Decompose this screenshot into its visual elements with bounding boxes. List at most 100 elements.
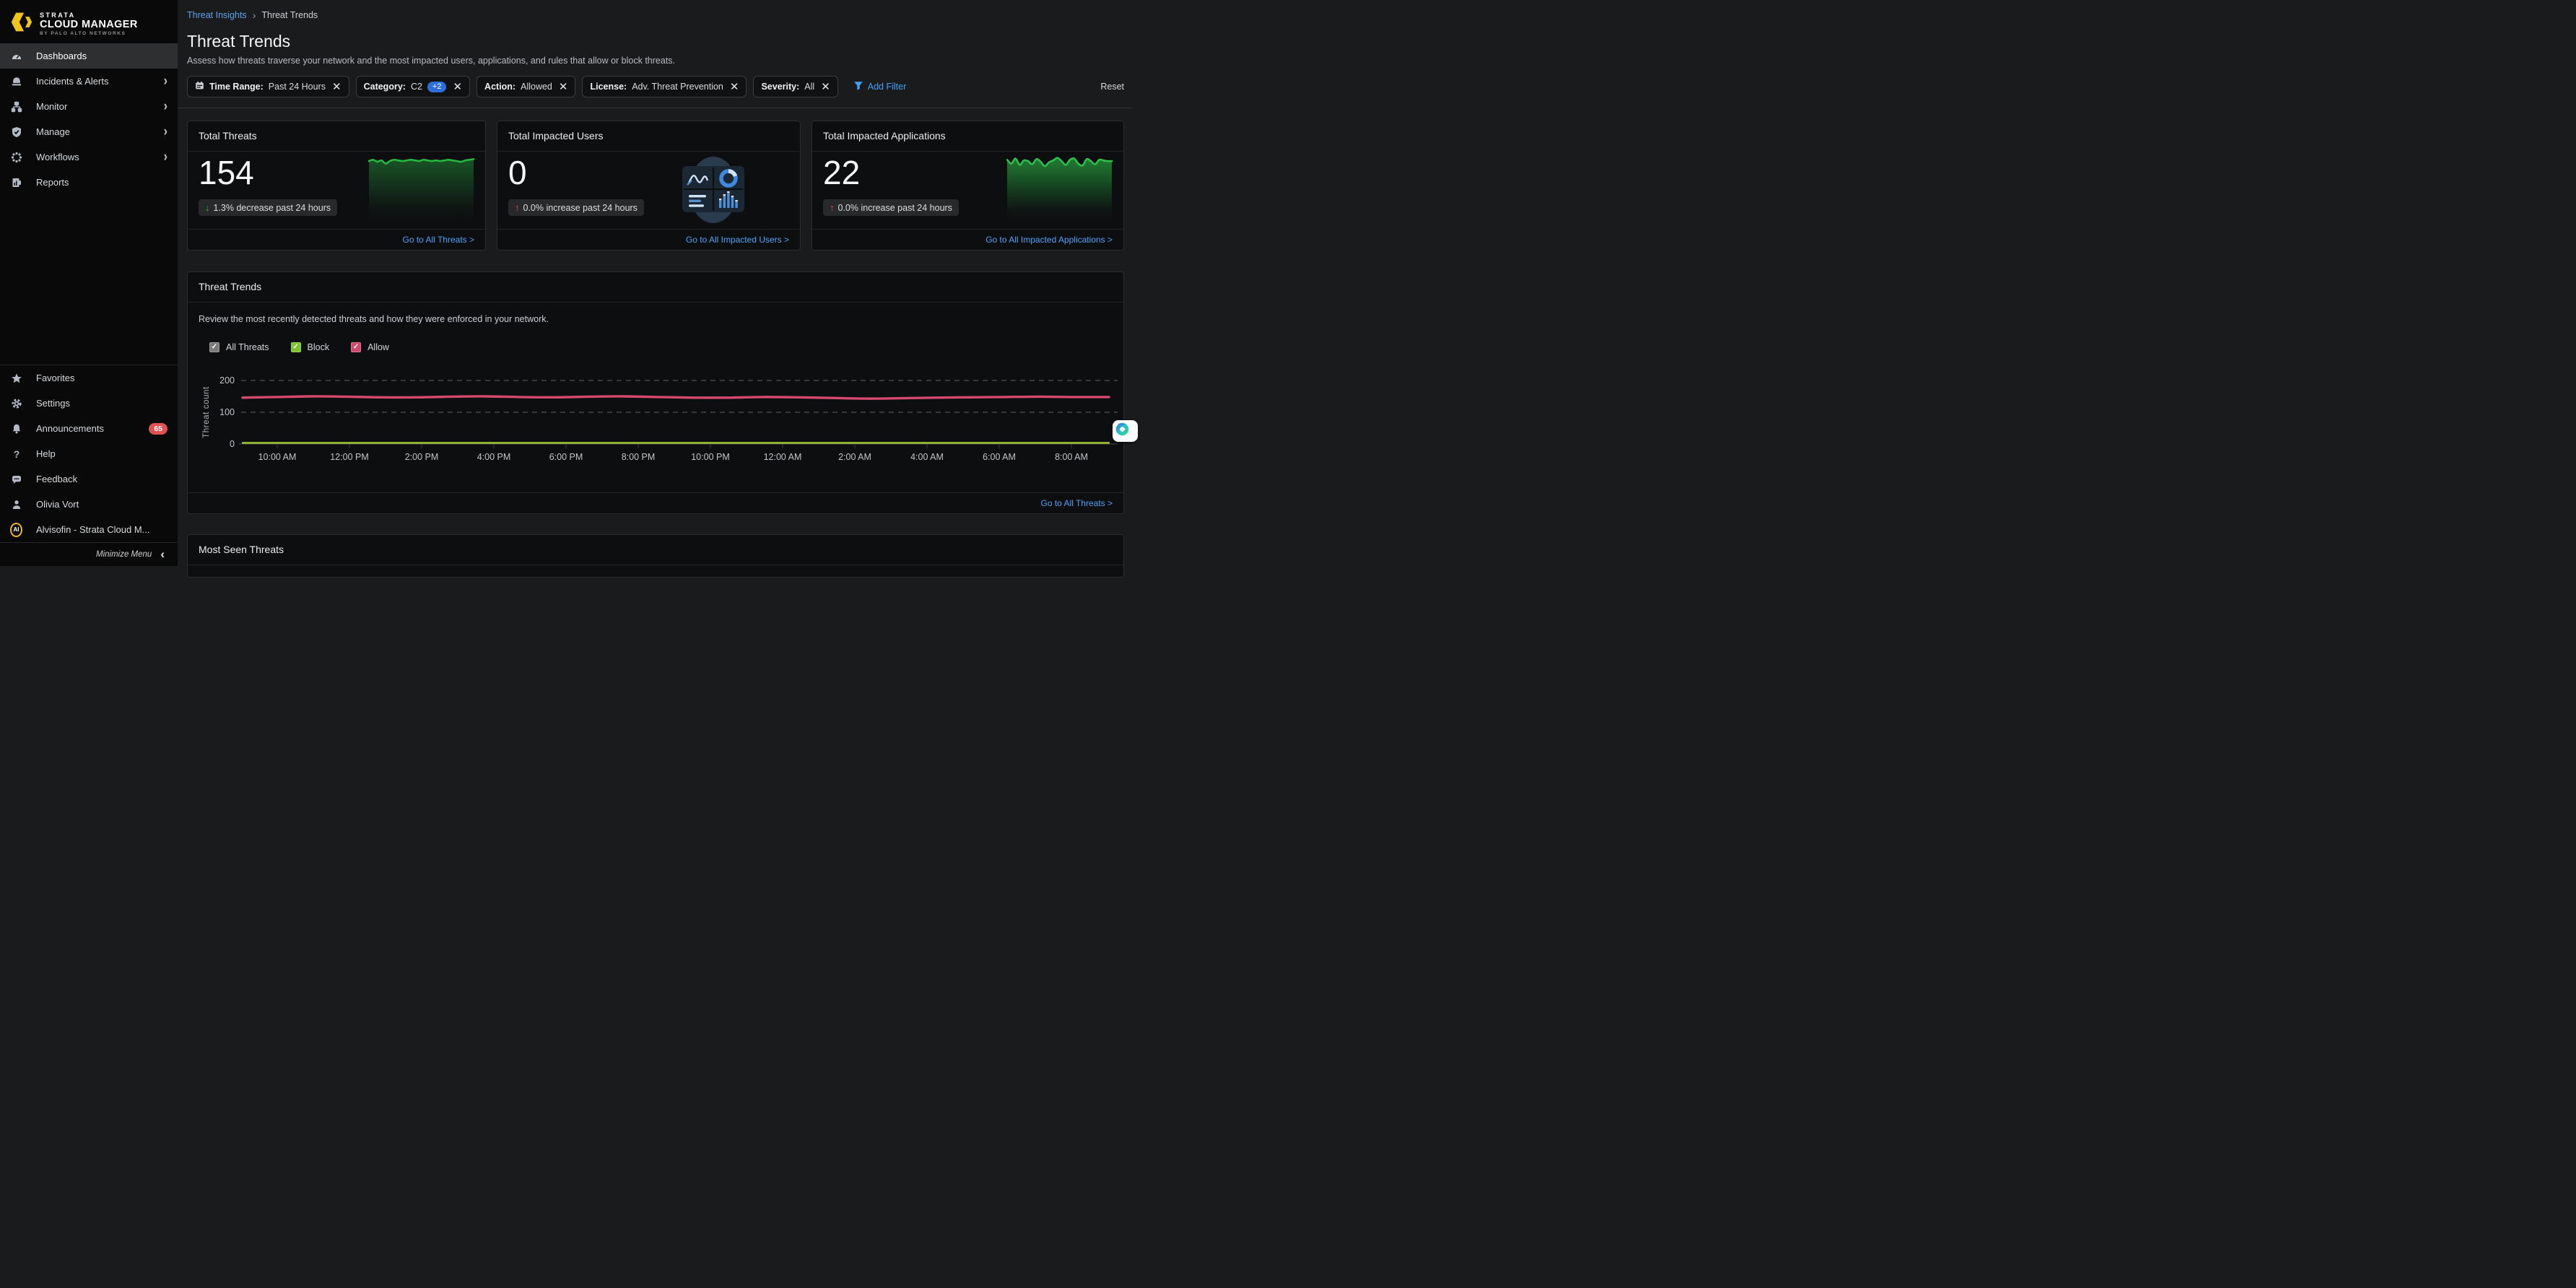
close-icon[interactable]: ✕ xyxy=(559,82,568,92)
feedback-icon xyxy=(10,474,22,485)
app-logo[interactable]: STRATA CLOUD MANAGER BY PALO ALTO NETWOR… xyxy=(0,0,178,43)
card-body: 154 ↓ 1.3% decrease past 24 hours xyxy=(188,152,485,229)
logo-text: STRATA CLOUD MANAGER BY PALO ALTO NETWOR… xyxy=(40,12,138,36)
filter-funnel-icon xyxy=(853,81,863,93)
logo-line1: STRATA xyxy=(40,12,138,19)
filter-chip-category[interactable]: Category: C2 +2 ✕ xyxy=(356,76,470,97)
legend-block-checkbox[interactable]: ✓ Block xyxy=(291,342,330,352)
question-icon: ? xyxy=(10,448,22,460)
filter-chip-severity[interactable]: Severity: All ✕ xyxy=(753,76,837,97)
sidebar-item-feedback[interactable]: Feedback xyxy=(0,466,178,492)
sidebar-item-dashboards[interactable]: Dashboards xyxy=(0,43,178,69)
go-to-all-impacted-applications-link[interactable]: Go to All Impacted Applications > xyxy=(985,235,1113,245)
alarm-icon xyxy=(10,76,22,87)
sidebar-item-favorites[interactable]: Favorites xyxy=(0,365,178,391)
sidebar-item-workflows[interactable]: Workflows › xyxy=(0,144,178,170)
legend-label: Allow xyxy=(367,342,389,352)
legend-all-threats-checkbox[interactable]: ✓ All Threats xyxy=(209,342,269,352)
sidebar-item-help[interactable]: ? Help xyxy=(0,441,178,466)
go-to-all-threats-link[interactable]: Go to All Threats > xyxy=(1041,498,1113,508)
checkbox-checked-icon: ✓ xyxy=(209,342,219,352)
reset-filters-button[interactable]: Reset xyxy=(1100,82,1124,92)
sidebar-item-label: Feedback xyxy=(36,474,167,484)
sidebar-item-label: Manage xyxy=(36,126,164,137)
trend-badge: ↑ 0.0% increase past 24 hours xyxy=(508,199,644,216)
threats-sparkline-chart xyxy=(368,149,475,222)
chart-legend: ✓ All Threats ✓ Block ✓ Allow xyxy=(209,342,1123,352)
trend-down-arrow-icon: ↓ xyxy=(205,202,210,213)
sidebar-item-label: Dashboards xyxy=(36,51,167,61)
total-threats-value: 154 xyxy=(199,152,254,193)
card-title: Total Impacted Users xyxy=(497,121,800,152)
filter-chip-value: Allowed xyxy=(521,82,552,92)
card-body: 22 ↑ 0.0% increase past 24 hours xyxy=(812,152,1123,229)
breadcrumb-threat-insights[interactable]: Threat Insights xyxy=(187,10,247,20)
logo-line2: CLOUD MANAGER xyxy=(40,19,138,30)
sidebar-item-label: Reports xyxy=(36,177,167,188)
svg-text:?: ? xyxy=(13,448,19,460)
sidebar-item-tenant[interactable]: AI Alvisofin - Strata Cloud M... xyxy=(0,517,178,542)
filter-chip-value: Adv. Threat Prevention xyxy=(632,82,723,92)
sidebar-item-manage[interactable]: Manage › xyxy=(0,119,178,144)
tenant-name: Alvisofin - Strata Cloud M... xyxy=(36,524,167,535)
filter-bar: Time Range: Past 24 Hours ✕ Category: C2… xyxy=(187,76,1124,97)
sidebar-spacer xyxy=(0,195,178,365)
add-filter-label: Add Filter xyxy=(868,82,907,92)
sidebar-item-user-profile[interactable]: Olivia Vort xyxy=(0,492,178,517)
chevron-right-icon: › xyxy=(164,150,167,164)
ai-avatar: AI xyxy=(10,524,22,536)
trend-badge: ↓ 1.3% decrease past 24 hours xyxy=(199,199,337,216)
legend-label: All Threats xyxy=(226,342,269,352)
chevron-right-icon: › xyxy=(164,74,167,88)
card-title: Total Threats xyxy=(188,121,485,152)
strata-logo-icon xyxy=(9,10,33,38)
section-description: Review the most recently detected threat… xyxy=(199,314,1123,326)
sidebar-item-label: Monitor xyxy=(36,101,164,112)
filter-chip-label: Severity: xyxy=(761,82,799,92)
close-icon[interactable]: ✕ xyxy=(453,82,462,92)
total-threats-card: Total Threats 154 ↓ 1.3% decrease past 2… xyxy=(187,121,486,251)
svg-text:6:00 PM: 6:00 PM xyxy=(549,452,583,462)
go-to-all-threats-link[interactable]: Go to All Threats > xyxy=(403,235,475,245)
trend-text: 0.0% increase past 24 hours xyxy=(838,203,952,213)
sidebar-item-settings[interactable]: Settings xyxy=(0,391,178,416)
sidebar-item-label: Incidents & Alerts xyxy=(36,76,164,87)
svg-text:6:00 AM: 6:00 AM xyxy=(983,452,1016,462)
workflow-dots-icon xyxy=(10,152,22,163)
sidebar-item-incidents-alerts[interactable]: Incidents & Alerts › xyxy=(0,69,178,94)
close-icon[interactable]: ✕ xyxy=(730,82,739,92)
sidebar-item-label: Workflows xyxy=(36,152,164,162)
filter-chip-license[interactable]: License: Adv. Threat Prevention ✕ xyxy=(582,76,747,97)
filter-chip-action[interactable]: Action: Allowed ✕ xyxy=(477,76,575,97)
minimize-menu-button[interactable]: Minimize Menu ‹ xyxy=(0,542,178,566)
card-footer: Go to All Impacted Applications > xyxy=(812,229,1123,250)
svg-text:8:00 PM: 8:00 PM xyxy=(622,452,656,462)
summary-cards-row: Total Threats 154 ↓ 1.3% decrease past 2… xyxy=(187,121,1124,251)
close-icon[interactable]: ✕ xyxy=(821,82,830,92)
sidebar-item-reports[interactable]: Reports xyxy=(0,170,178,195)
close-icon[interactable]: ✕ xyxy=(332,82,341,92)
svg-text:0: 0 xyxy=(230,439,235,449)
announcements-count-badge: 65 xyxy=(149,423,167,435)
checkbox-checked-icon: ✓ xyxy=(351,342,361,352)
chevron-right-icon: › xyxy=(164,100,167,113)
user-name: Olivia Vort xyxy=(36,499,167,510)
total-impacted-users-value: 0 xyxy=(508,152,527,193)
trend-badge: ↑ 0.0% increase past 24 hours xyxy=(823,199,959,216)
tenant-initials: AI xyxy=(14,526,19,533)
legend-allow-checkbox[interactable]: ✓ Allow xyxy=(351,342,389,352)
go-to-all-impacted-users-link[interactable]: Go to All Impacted Users > xyxy=(686,235,789,245)
card-title: Total Impacted Applications xyxy=(812,121,1123,152)
user-icon xyxy=(10,499,22,510)
star-icon xyxy=(10,373,22,384)
report-icon xyxy=(10,177,22,188)
sidebar-item-announcements[interactable]: Announcements 65 xyxy=(0,416,178,441)
svg-text:4:00 PM: 4:00 PM xyxy=(477,452,511,462)
breadcrumb: Threat Insights › Threat Trends xyxy=(187,9,1124,21)
bell-icon xyxy=(10,423,22,435)
sidebar-item-monitor[interactable]: Monitor › xyxy=(0,94,178,119)
ai-assistant-button[interactable] xyxy=(1113,420,1138,442)
card-footer: Go to All Threats > xyxy=(188,229,485,250)
filter-chip-time-range[interactable]: Time Range: Past 24 Hours ✕ xyxy=(187,76,349,97)
add-filter-button[interactable]: Add Filter xyxy=(853,81,907,93)
